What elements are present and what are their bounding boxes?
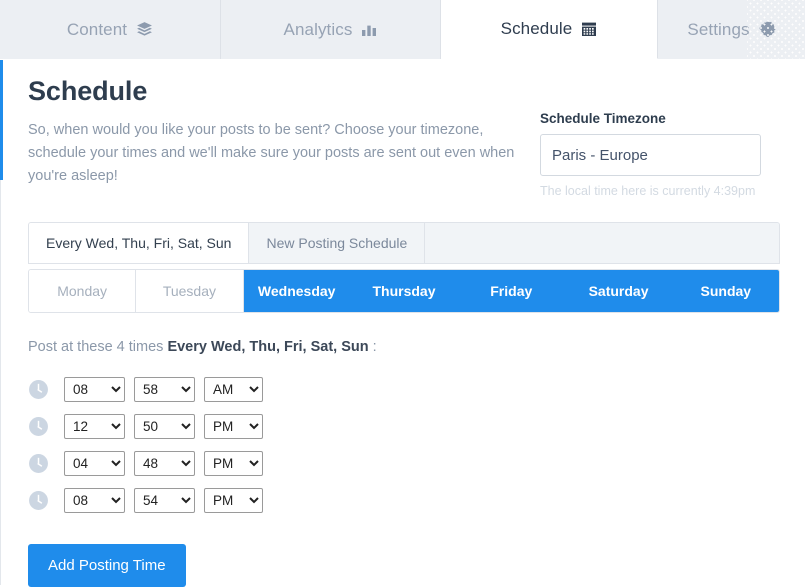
day-tuesday[interactable]: Tuesday <box>136 270 244 312</box>
schedule-tab-existing-label: Every Wed, Thu, Fri, Sat, Sun <box>46 235 232 251</box>
timezone-section: Schedule Timezone The local time here is… <box>540 59 777 198</box>
timezone-hint: The local time here is currently 4:39pm <box>540 184 756 198</box>
day-friday[interactable]: Friday <box>458 270 566 312</box>
day-wednesday[interactable]: Wednesday <box>243 270 351 312</box>
schedule-tab-new[interactable]: New Posting Schedule <box>249 223 426 263</box>
layers-icon <box>136 21 153 38</box>
calendar-icon <box>581 21 597 37</box>
schedule-tab-strip: Every Wed, Thu, Fri, Sat, Sun New Postin… <box>28 222 780 264</box>
meridiem-select[interactable]: PM <box>204 488 263 513</box>
post-times-prefix: Post at these 4 times <box>28 339 168 355</box>
timezone-label: Schedule Timezone <box>540 111 666 126</box>
minute-select[interactable]: 48 <box>134 451 195 476</box>
meridiem-select[interactable]: PM <box>204 451 263 476</box>
day-saturday[interactable]: Saturday <box>565 270 673 312</box>
timezone-input[interactable] <box>540 134 761 176</box>
hour-select[interactable]: 08 <box>64 377 125 402</box>
posting-time-row: 08 54 PM <box>28 482 780 519</box>
page-header: Schedule So, when would you like your po… <box>28 59 805 198</box>
gear-icon <box>759 21 776 38</box>
day-selector: Monday Tuesday Wednesday Thursday Friday… <box>28 269 780 313</box>
posting-time-row: 04 48 PM <box>28 445 780 482</box>
clock-icon <box>28 453 64 474</box>
clock-icon <box>28 379 64 400</box>
schedule-tab-existing[interactable]: Every Wed, Thu, Fri, Sat, Sun <box>29 223 250 263</box>
page-description: So, when would you like your posts to be… <box>28 122 515 184</box>
clock-icon <box>28 490 64 511</box>
minute-select[interactable]: 50 <box>134 414 195 439</box>
post-times-heading: Post at these 4 times Every Wed, Thu, Fr… <box>28 339 780 355</box>
schedule-page: Schedule So, when would you like your po… <box>0 59 805 587</box>
day-thursday[interactable]: Thursday <box>350 270 459 312</box>
tab-settings[interactable]: Settings <box>658 0 805 59</box>
schedule-panel: Every Wed, Thu, Fri, Sat, Sun New Postin… <box>28 222 780 587</box>
tab-schedule-label: Schedule <box>500 19 573 38</box>
posting-time-row: 12 50 PM <box>28 408 780 445</box>
tab-content[interactable]: Content <box>0 0 221 59</box>
add-posting-time-button[interactable]: Add Posting Time <box>28 544 186 587</box>
page-title: Schedule <box>28 76 148 106</box>
tab-content-label: Content <box>66 19 128 39</box>
settings-tab-texture <box>747 0 805 59</box>
schedule-tab-filler <box>425 223 779 263</box>
main-tab-bar: Content Analytics Schedule Settings <box>0 0 805 59</box>
tab-analytics-label: Analytics <box>283 19 353 39</box>
meridiem-select[interactable]: AM <box>204 377 263 402</box>
left-accent-rail <box>0 60 3 180</box>
schedule-tab-new-label: New Posting Schedule <box>266 235 408 251</box>
day-monday[interactable]: Monday <box>29 270 137 312</box>
posting-time-list: 08 58 AM 12 50 PM 04 48 PM 08 54 PM <box>28 371 780 519</box>
posting-time-row: 08 58 AM <box>28 371 780 408</box>
minute-select[interactable]: 54 <box>134 488 195 513</box>
day-sunday[interactable]: Sunday <box>672 270 779 312</box>
tab-settings-label: Settings <box>687 19 750 39</box>
minute-select[interactable]: 58 <box>134 377 195 402</box>
page-header-text: Schedule So, when would you like your po… <box>28 59 540 188</box>
bar-chart-icon <box>361 22 377 38</box>
tab-schedule[interactable]: Schedule <box>441 0 658 59</box>
hour-select[interactable]: 12 <box>64 414 125 439</box>
tab-analytics[interactable]: Analytics <box>221 0 441 59</box>
post-times-days: Every Wed, Thu, Fri, Sat, Sun <box>167 339 369 355</box>
hour-select[interactable]: 08 <box>64 488 125 513</box>
clock-icon <box>28 416 64 437</box>
hour-select[interactable]: 04 <box>64 451 125 476</box>
meridiem-select[interactable]: PM <box>204 414 263 439</box>
left-border-line <box>0 180 1 585</box>
post-times-suffix: : <box>368 339 377 355</box>
